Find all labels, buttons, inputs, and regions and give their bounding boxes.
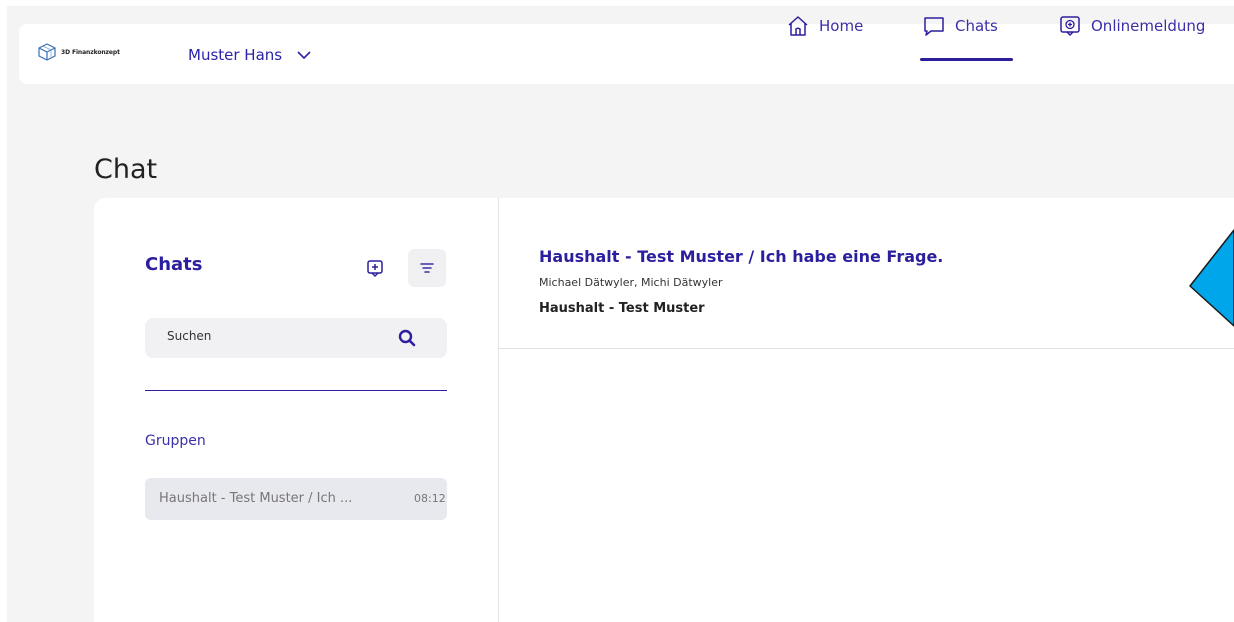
list-item[interactable]: Haushalt - Test Muster / Ich ... 08:12 <box>145 478 447 520</box>
new-chat-button[interactable] <box>356 249 394 287</box>
conversation-group: Haushalt - Test Muster <box>539 301 705 316</box>
top-navigation-bar: 3D Finanzkonzept Muster Hans <box>19 24 1234 84</box>
panel-divider <box>498 198 499 622</box>
group-name: Haushalt - Test Muster / Ich ... <box>159 491 353 506</box>
nav-label-onlinemeldung: Onlinemeldung <box>1091 17 1206 35</box>
page-title: Chat <box>94 154 158 185</box>
conversation-header-divider <box>498 348 1234 349</box>
brand-name: 3D Finanzkonzept <box>61 48 120 56</box>
new-chat-icon <box>367 260 383 278</box>
search-box <box>145 318 447 358</box>
active-tab-indicator <box>920 58 1013 61</box>
search-icon[interactable] <box>397 328 417 348</box>
sidebar-divider <box>145 390 447 391</box>
nav-label-chats: Chats <box>955 17 998 35</box>
chevron-down-icon <box>296 45 312 64</box>
filter-icon <box>420 263 434 273</box>
add-document-icon <box>1060 16 1080 37</box>
sidebar-title: Chats <box>145 254 203 275</box>
user-menu[interactable]: Muster Hans <box>188 45 312 64</box>
search-input[interactable] <box>167 329 397 343</box>
triangle-pointer-icon <box>1189 229 1234 327</box>
conversation-participants: Michael Dätwyler, Michi Dätwyler <box>539 276 723 289</box>
group-time: 08:12 <box>414 492 446 505</box>
filter-button[interactable] <box>408 249 446 287</box>
section-label-groups: Gruppen <box>145 433 206 449</box>
conversation-title: Haushalt - Test Muster / Ich habe eine F… <box>539 247 944 266</box>
brand-logo[interactable]: 3D Finanzkonzept <box>36 42 120 62</box>
nav-item-onlinemeldung[interactable]: Onlinemeldung <box>1058 14 1205 38</box>
chat-bubble-icon <box>924 17 944 36</box>
nav-item-home[interactable]: Home <box>786 14 863 38</box>
nav-label-home: Home <box>819 17 864 35</box>
cube-logo-icon <box>38 43 56 61</box>
user-name: Muster Hans <box>188 45 283 64</box>
nav-item-chats[interactable]: Chats <box>922 14 998 38</box>
home-icon <box>788 16 808 36</box>
